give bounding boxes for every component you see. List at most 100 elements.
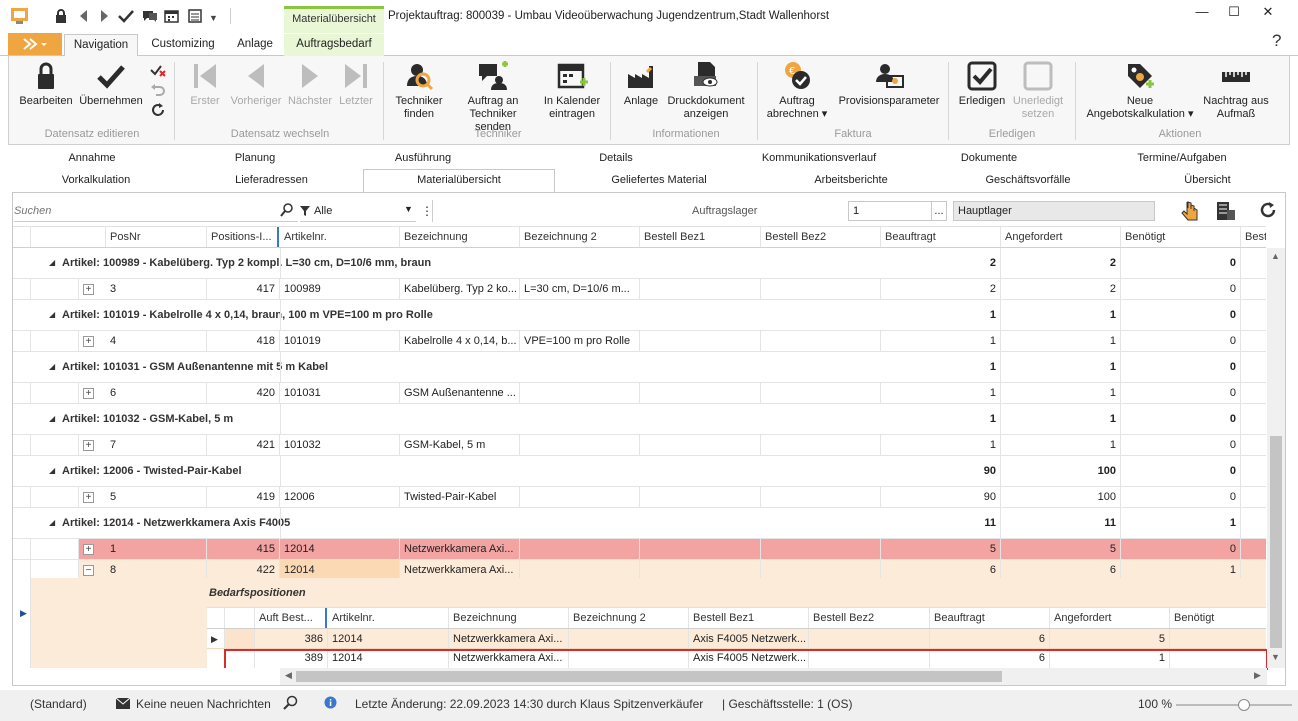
tab-customizing[interactable]: Customizing xyxy=(144,34,222,56)
zoom-slider[interactable] xyxy=(1176,699,1292,711)
sub-col-bestell-bez2[interactable]: Bestell Bez2 xyxy=(809,608,930,628)
group-beauftragt[interactable]: 2 xyxy=(881,248,1001,278)
nachtrag-aus-aufmass-button[interactable]: Nachtrag aus Aufmaß xyxy=(1200,60,1272,121)
cell-angefordert[interactable]: 1 xyxy=(1001,435,1121,455)
sub-cell-auft[interactable]: 386 xyxy=(255,629,328,648)
table-row[interactable]: +3 417 100989 Kabelüberg. Typ 2 ko... L=30 c… xyxy=(13,279,1266,300)
col-bestell-bez2[interactable]: Bestell Bez2 xyxy=(761,227,881,247)
tab-uebersicht[interactable]: Übersicht xyxy=(1117,170,1298,191)
tab-dokumente[interactable]: Dokumente xyxy=(914,148,1064,169)
collapse-detail-icon[interactable]: − xyxy=(83,565,94,576)
scrollbar-thumb[interactable] xyxy=(296,671,1002,682)
group-angefordert[interactable]: 2 xyxy=(1001,248,1121,278)
cell-bez2[interactable] xyxy=(520,560,640,580)
cell-angefordert[interactable]: 1 xyxy=(1001,383,1121,403)
cell-empty[interactable] xyxy=(640,487,761,507)
tab-geliefertes-material[interactable]: Geliefertes Material xyxy=(555,170,763,191)
expand-detail-icon[interactable]: + xyxy=(83,544,94,555)
search-input[interactable] xyxy=(14,202,276,220)
techniker-finden-button[interactable]: Techniker finden xyxy=(390,60,448,121)
expand-detail-icon[interactable]: + xyxy=(83,336,94,347)
scroll-down-icon[interactable]: ▼ xyxy=(1271,652,1280,662)
tab-ausfuehrung[interactable]: Ausführung xyxy=(338,148,508,169)
refresh-icon[interactable] xyxy=(1258,200,1278,223)
cell-pos[interactable]: 1 xyxy=(106,539,207,559)
cell-angefordert[interactable]: 6 xyxy=(1001,560,1121,580)
cell-beauftragt[interactable]: 5 xyxy=(881,539,1001,559)
tab-geschaeftsvorfaelle[interactable]: Geschäftsvorfälle xyxy=(939,170,1117,191)
auftrag-an-techniker-button[interactable]: Auftrag an Techniker senden xyxy=(450,60,536,134)
cell-pos[interactable]: 3 xyxy=(106,279,207,299)
cell-beauftragt[interactable]: 6 xyxy=(881,560,1001,580)
cell-benoetigt[interactable]: 0 xyxy=(1121,383,1241,403)
warehouse-icon[interactable] xyxy=(1214,200,1236,225)
lager-number-input[interactable]: 1 xyxy=(848,201,932,221)
col-posnr[interactable]: PosNr xyxy=(106,227,207,247)
sub-cell-art[interactable]: 12014 xyxy=(328,629,449,648)
list-icon[interactable] xyxy=(188,9,202,25)
col-bezeichnung2[interactable]: Bezeichnung 2 xyxy=(520,227,640,247)
cell-posid[interactable]: 418 xyxy=(207,331,280,351)
col-bestand[interactable]: Best xyxy=(1241,227,1266,247)
search-icon[interactable] xyxy=(280,203,294,220)
layout-label[interactable]: (Standard) xyxy=(30,697,87,711)
sub-cell-beauftragt[interactable]: 6 xyxy=(930,629,1050,648)
scroll-left-icon[interactable]: ◀ xyxy=(285,670,292,681)
cell-pos[interactable]: 6 xyxy=(106,383,207,403)
cell-art[interactable]: 12006 xyxy=(280,487,400,507)
cell-benoetigt[interactable]: 0 xyxy=(1121,435,1241,455)
cell-empty[interactable] xyxy=(640,560,761,580)
cell-art[interactable]: 101032 xyxy=(280,435,400,455)
hand-pointer-icon[interactable] xyxy=(1180,200,1200,225)
vorheriger-button[interactable]: Vorheriger xyxy=(228,60,284,108)
tab-planung[interactable]: Planung xyxy=(172,148,338,169)
cell-posid[interactable]: 417 xyxy=(207,279,280,299)
cell-beauftragt[interactable]: 90 xyxy=(881,487,1001,507)
group-benoetigt[interactable]: 0 xyxy=(1121,404,1241,434)
neue-angebotskalkulation-button[interactable]: Neue Angebotskalkulation ▾ xyxy=(1084,60,1196,121)
group-angefordert[interactable]: 1 xyxy=(1001,404,1121,434)
collapse-icon[interactable]: ◢ xyxy=(49,310,55,319)
col-positions-id[interactable]: Positions-I... xyxy=(207,227,279,247)
group-row[interactable]: ◢ Artikel: 101019 - Kabelrolle 4 x 0,14, … xyxy=(13,300,1266,331)
sub-cell-bez[interactable]: Netzwerkkamera Axi... xyxy=(449,629,569,648)
cell-empty[interactable] xyxy=(640,383,761,403)
group-benoetigt[interactable]: 0 xyxy=(1121,300,1241,330)
cell-bez[interactable]: GSM Außenantenne ... xyxy=(400,383,520,403)
cell-bez2[interactable] xyxy=(520,435,640,455)
group-row[interactable]: ◢ Artikel: 101031 - GSM Außenantenne mit … xyxy=(13,352,1266,383)
tab-navigation[interactable]: Navigation xyxy=(64,34,138,56)
group-beauftragt[interactable]: 90 xyxy=(881,456,1001,486)
col-bezeichnung[interactable]: Bezeichnung xyxy=(400,227,520,247)
group-benoetigt[interactable]: 1 xyxy=(1121,508,1241,538)
scrollbar-thumb[interactable] xyxy=(1270,436,1282,648)
cell-beauftragt[interactable]: 1 xyxy=(881,331,1001,351)
cell-pos[interactable]: 4 xyxy=(106,331,207,351)
tab-details[interactable]: Details xyxy=(508,148,724,169)
comment-icon[interactable] xyxy=(142,9,158,25)
group-angefordert[interactable]: 100 xyxy=(1001,456,1121,486)
group-beauftragt[interactable]: 1 xyxy=(881,404,1001,434)
tab-materialuebersicht[interactable]: Materialübersicht xyxy=(363,170,555,191)
col-artikelnr[interactable]: Artikelnr. xyxy=(280,227,400,247)
group-benoetigt[interactable]: 0 xyxy=(1121,248,1241,278)
col-bestell-bez1[interactable]: Bestell Bez1 xyxy=(640,227,761,247)
messages-label[interactable]: Keine neuen Nachrichten xyxy=(136,697,271,711)
cell-benoetigt[interactable]: 0 xyxy=(1121,331,1241,351)
group-row[interactable]: ◢ Artikel: 101032 - GSM-Kabel, 5 m110 xyxy=(13,404,1266,435)
anlage-button[interactable]: Anlage xyxy=(620,60,662,108)
cell-empty[interactable] xyxy=(640,435,761,455)
cell-posid[interactable]: 420 xyxy=(207,383,280,403)
tab-auftragsbedarf[interactable]: Auftragsbedarf xyxy=(284,34,384,56)
scroll-up-icon[interactable]: ▲ xyxy=(1271,251,1280,261)
help-icon[interactable]: ? xyxy=(1272,31,1281,51)
group-angefordert[interactable]: 11 xyxy=(1001,508,1121,538)
cell-art[interactable]: 12014 xyxy=(280,539,400,559)
cell-posid[interactable]: 419 xyxy=(207,487,280,507)
druckdokument-anzeigen-button[interactable]: Druckdokument anzeigen xyxy=(664,60,748,121)
erledigen-button[interactable]: Erledigen xyxy=(956,60,1008,108)
customize-qa-icon[interactable]: ▼ xyxy=(209,11,218,25)
cell-benoetigt[interactable]: 0 xyxy=(1121,279,1241,299)
cell-empty[interactable] xyxy=(761,331,881,351)
close-button[interactable]: ✕ xyxy=(1256,4,1280,22)
